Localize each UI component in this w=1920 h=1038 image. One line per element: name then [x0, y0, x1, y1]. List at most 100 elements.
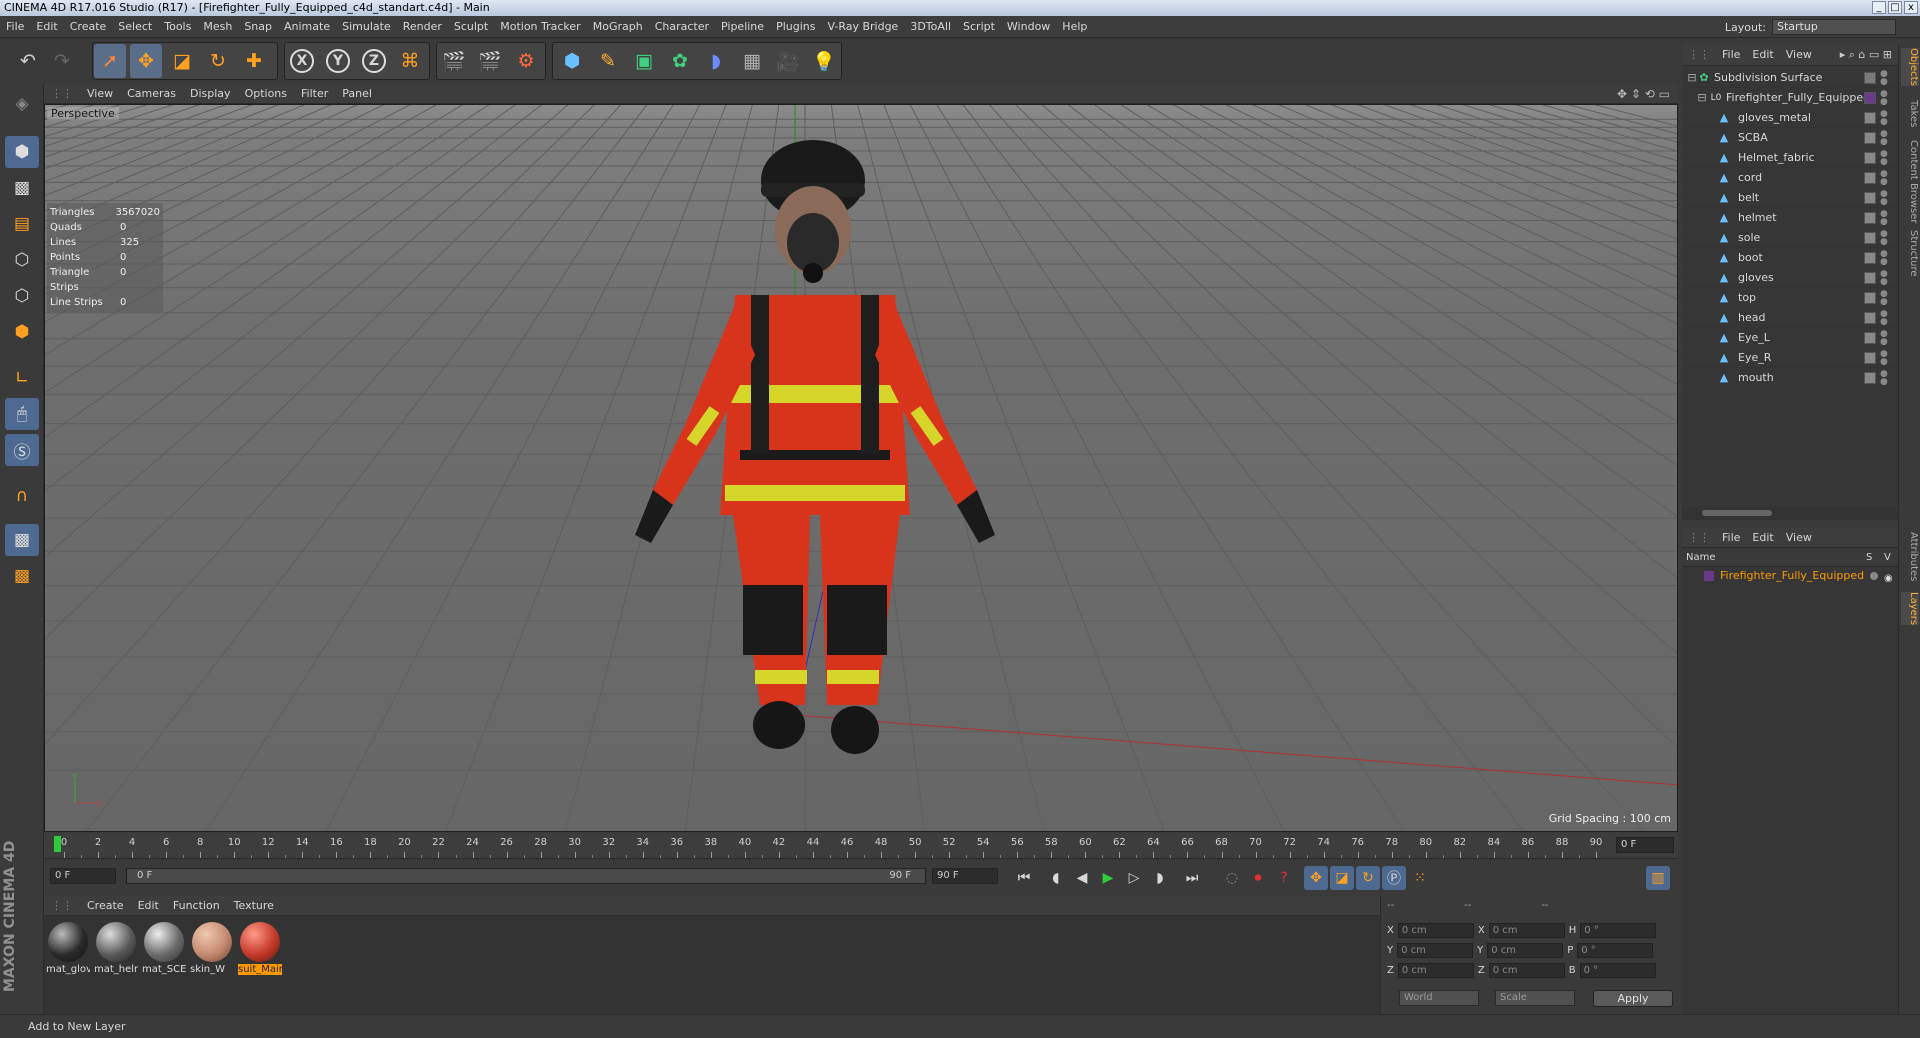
- rotate-icon[interactable]: ↻: [202, 44, 234, 78]
- render-dots[interactable]: ● ●: [1880, 130, 1888, 147]
- object-row[interactable]: ▲ helmet ● ●: [1682, 208, 1898, 228]
- menu-window[interactable]: Window: [1001, 16, 1056, 38]
- render-dots[interactable]: ● ●: [1880, 290, 1888, 307]
- menu-vray-bridge[interactable]: V-Ray Bridge: [821, 16, 904, 38]
- object-row[interactable]: ▲ cord ● ●: [1682, 168, 1898, 188]
- key-scale-icon[interactable]: ◪: [1330, 866, 1354, 890]
- object-row[interactable]: ▲ Eye_L ● ●: [1682, 328, 1898, 348]
- visibility-toggle[interactable]: [1864, 252, 1876, 264]
- start-frame-field[interactable]: 0 F: [50, 868, 116, 884]
- object-row[interactable]: ▲ sole ● ●: [1682, 228, 1898, 248]
- snap-icon[interactable]: Ⓢ: [5, 434, 39, 466]
- menu-pipeline[interactable]: Pipeline: [715, 16, 770, 38]
- current-frame-field[interactable]: 0 F: [1616, 837, 1674, 853]
- render-dots[interactable]: ● ●: [1880, 230, 1888, 247]
- live-selection-icon[interactable]: ➚: [94, 44, 126, 78]
- render-dots[interactable]: ● ●: [1880, 250, 1888, 267]
- visibility-toggle[interactable]: [1864, 152, 1876, 164]
- menu-mesh[interactable]: Mesh: [197, 16, 238, 38]
- light-icon[interactable]: 💡: [808, 44, 840, 78]
- render-dots[interactable]: ● ●: [1880, 110, 1888, 127]
- previous-key-icon[interactable]: ◖: [1044, 866, 1068, 890]
- tab-structure[interactable]: Structure: [1901, 230, 1919, 277]
- viewport-navigation-icons[interactable]: ✥ ⇕ ⟲ ▭: [1617, 87, 1670, 101]
- layout-select[interactable]: Startup: [1772, 19, 1896, 35]
- render-dots[interactable]: ● ●: [1880, 150, 1888, 167]
- menu-edit[interactable]: Edit: [30, 16, 63, 38]
- deformer-icon[interactable]: ◗: [700, 44, 732, 78]
- viewport-menu-display[interactable]: Display: [183, 84, 238, 104]
- tweak-mode-icon[interactable]: 🖱: [5, 398, 39, 430]
- material-item[interactable]: mat_SCE: [142, 920, 186, 978]
- eye-icon[interactable]: ◉: [1884, 570, 1893, 588]
- render-dots[interactable]: ● ●: [1880, 330, 1888, 347]
- size-mode-select[interactable]: Scale: [1495, 990, 1575, 1006]
- menu-character[interactable]: Character: [649, 16, 715, 38]
- magnet-icon[interactable]: ∩: [5, 480, 39, 512]
- position-z-field[interactable]: 0 cm: [1397, 962, 1474, 978]
- collapse-icon[interactable]: ⊟: [1696, 92, 1708, 104]
- object-row[interactable]: ▲ belt ● ●: [1682, 188, 1898, 208]
- object-row-subdivision-surface[interactable]: ⊟ ✿ Subdivision Surface ● ●: [1682, 68, 1898, 88]
- tab-attributes[interactable]: Attributes: [1901, 532, 1919, 581]
- coordinate-system-icon[interactable]: ⌘: [394, 44, 426, 78]
- rotation-b-field[interactable]: 0 °: [1579, 962, 1656, 978]
- coordinate-space-select[interactable]: World: [1399, 990, 1479, 1006]
- visibility-toggle[interactable]: [1864, 332, 1876, 344]
- object-menu-edit[interactable]: Edit: [1746, 44, 1779, 66]
- viewport-menu-options[interactable]: Options: [238, 84, 294, 104]
- layer-menu-edit[interactable]: Edit: [1746, 528, 1779, 548]
- points-mode-icon[interactable]: ⬡: [5, 244, 39, 276]
- viewport-menu-filter[interactable]: Filter: [294, 84, 335, 104]
- collapse-icon[interactable]: ⊟: [1686, 72, 1698, 84]
- material-menu-create[interactable]: Create: [80, 896, 131, 916]
- firefighter-model[interactable]: [565, 125, 1065, 765]
- menu-animate[interactable]: Animate: [278, 16, 336, 38]
- render-dots[interactable]: ● ●: [1880, 70, 1888, 87]
- play-icon[interactable]: ▶: [1096, 866, 1120, 890]
- key-pla-icon[interactable]: ⁙: [1408, 866, 1432, 890]
- menu-render[interactable]: Render: [397, 16, 448, 38]
- size-y-field[interactable]: 0 cm: [1487, 942, 1564, 958]
- timeline-window-icon[interactable]: ▥: [1646, 866, 1670, 890]
- visibility-toggle[interactable]: [1864, 352, 1876, 364]
- tab-objects[interactable]: Objects: [1901, 48, 1919, 86]
- visibility-toggle[interactable]: [1864, 312, 1876, 324]
- workplane-icon[interactable]: ▤: [5, 208, 39, 240]
- size-x-field[interactable]: 0 cm: [1488, 922, 1565, 938]
- axis-mode-icon[interactable]: ∟: [5, 362, 39, 394]
- layer-row[interactable]: Firefighter_Fully_Equipped ◉: [1682, 567, 1898, 585]
- next-frame-icon[interactable]: ▷: [1122, 866, 1146, 890]
- material-item-selected[interactable]: suit_Mair: [238, 920, 282, 978]
- floor-icon[interactable]: ▦: [736, 44, 768, 78]
- render-view-icon[interactable]: 🎬: [438, 44, 470, 78]
- material-menu-edit[interactable]: Edit: [131, 896, 166, 916]
- rotation-p-field[interactable]: 0 °: [1577, 942, 1654, 958]
- cloner-icon[interactable]: ✿: [664, 44, 696, 78]
- visibility-toggle[interactable]: [1864, 272, 1876, 284]
- material-menu-texture[interactable]: Texture: [227, 896, 281, 916]
- position-y-field[interactable]: 0 cm: [1397, 942, 1474, 958]
- object-row[interactable]: ▲ Helmet_fabric ● ●: [1682, 148, 1898, 168]
- layer-menu-view[interactable]: View: [1780, 528, 1818, 548]
- render-dots[interactable]: ● ●: [1880, 270, 1888, 287]
- object-menu-file[interactable]: File: [1716, 44, 1746, 66]
- tab-layers[interactable]: Layers: [1901, 592, 1919, 626]
- render-picture-viewer-icon[interactable]: 🎬: [474, 44, 506, 78]
- autokey-icon[interactable]: ◌: [1220, 866, 1244, 890]
- material-item[interactable]: mat_helr: [94, 920, 138, 978]
- menu-plugins[interactable]: Plugins: [770, 16, 821, 38]
- layer-color-swatch[interactable]: [1704, 571, 1714, 581]
- x-axis-icon[interactable]: X: [286, 44, 318, 78]
- z-axis-icon[interactable]: Z: [358, 44, 390, 78]
- render-dots[interactable]: ● ●: [1880, 90, 1888, 107]
- texture-mode-icon[interactable]: ▩: [5, 172, 39, 204]
- key-rotation-icon[interactable]: ↻: [1356, 866, 1380, 890]
- y-axis-icon[interactable]: Y: [322, 44, 354, 78]
- menu-select[interactable]: Select: [112, 16, 158, 38]
- edges-mode-icon[interactable]: ⬡: [5, 280, 39, 312]
- viewport-menu-view[interactable]: View: [80, 84, 120, 104]
- minimize-button[interactable]: _: [1872, 1, 1886, 14]
- object-row-group[interactable]: ⊟ L0 Firefighter_Fully_Equipped ● ●: [1682, 88, 1898, 108]
- scale-icon[interactable]: ◪: [166, 44, 198, 78]
